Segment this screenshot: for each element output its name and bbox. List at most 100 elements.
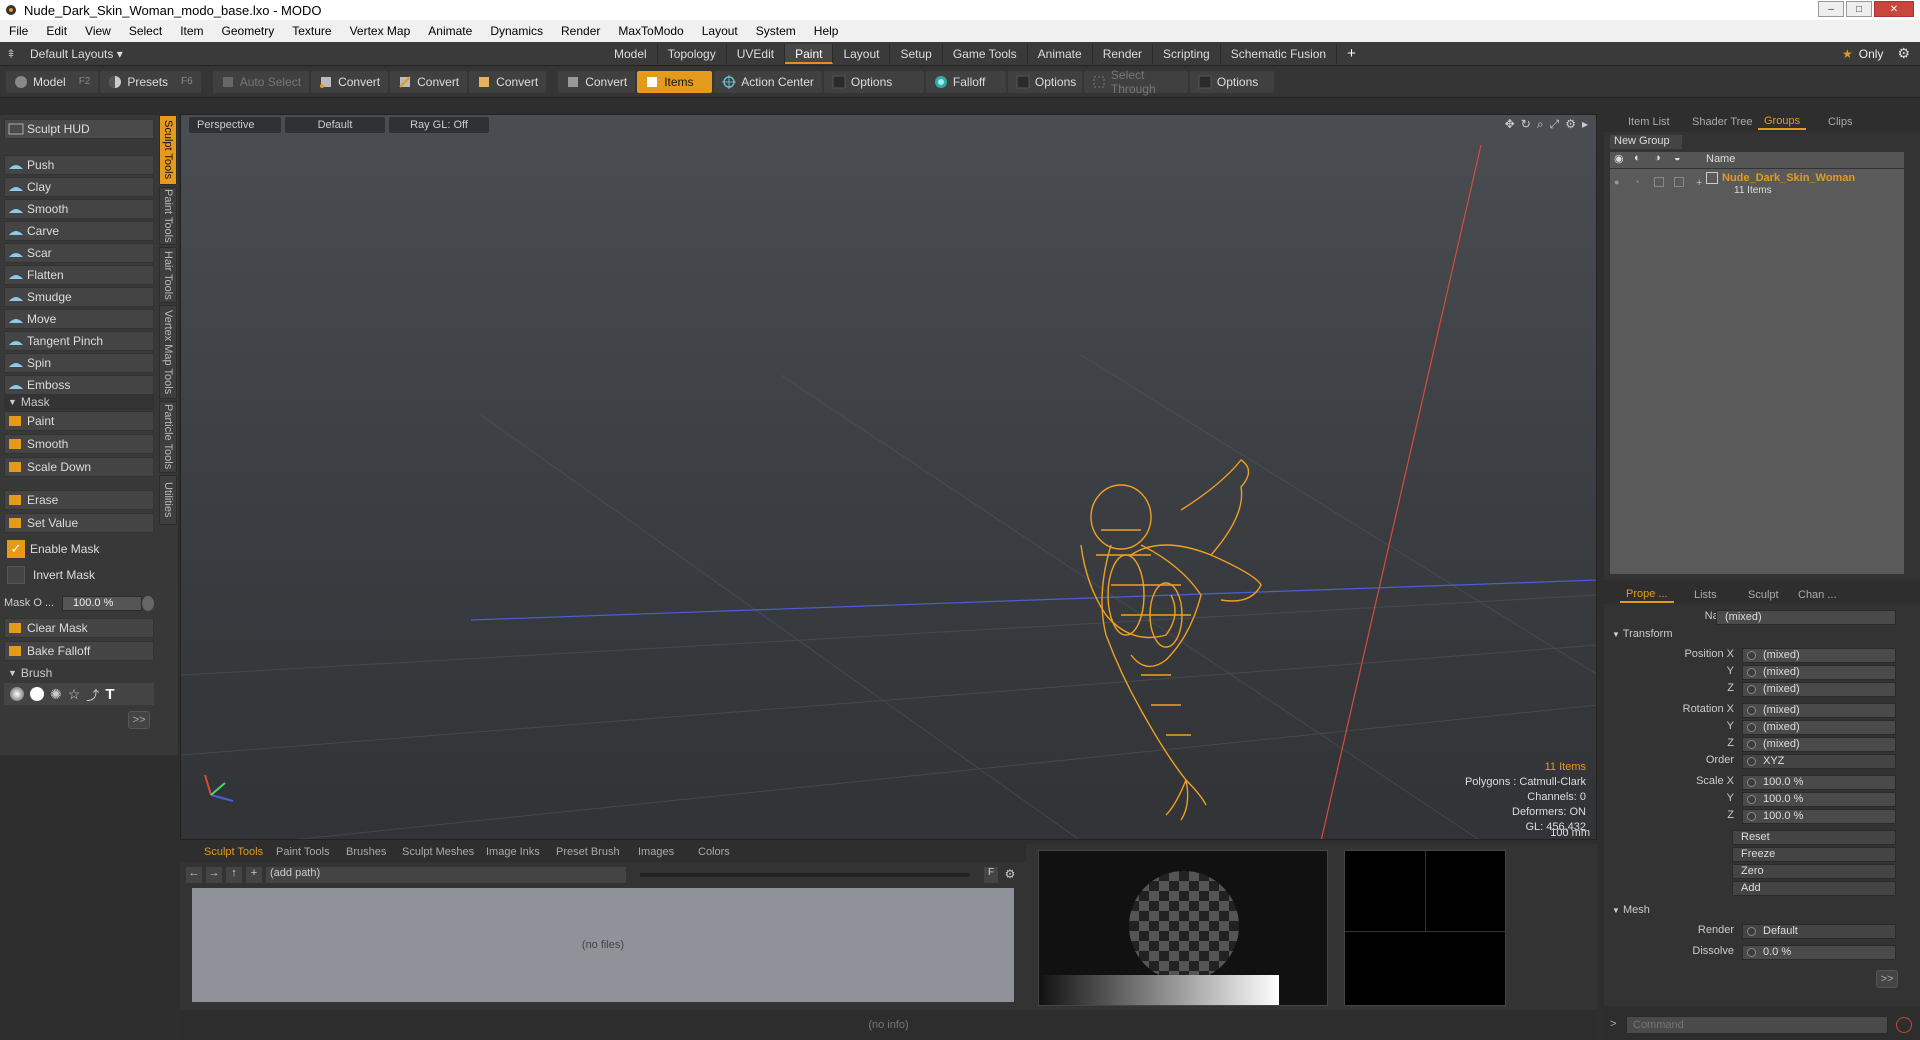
action-center-options-button[interactable]: Options bbox=[823, 70, 924, 93]
tab-paint[interactable]: Paint bbox=[785, 43, 834, 64]
select-options-button[interactable]: Options bbox=[1189, 70, 1274, 93]
menu-system[interactable]: System bbox=[747, 24, 805, 38]
position-x-field[interactable]: (mixed) bbox=[1742, 648, 1896, 663]
menu-layout[interactable]: Layout bbox=[693, 24, 747, 38]
lock-toggle-icon[interactable]: ◔ bbox=[1634, 177, 1639, 187]
tab-sculpt-tools-browser[interactable]: Sculpt Tools bbox=[204, 846, 263, 858]
menu-select[interactable]: Select bbox=[120, 24, 171, 38]
presets-button[interactable]: Presets F6 bbox=[100, 70, 201, 93]
f-button[interactable]: F bbox=[984, 867, 998, 883]
mask-scale-down-button[interactable]: Scale Down bbox=[4, 457, 154, 477]
tool-flatten-button[interactable]: Flatten bbox=[4, 265, 154, 285]
close-button[interactable]: ✕ bbox=[1874, 1, 1914, 17]
zero-dropdown[interactable]: Zero bbox=[1732, 864, 1896, 879]
hard-brush-icon[interactable] bbox=[30, 687, 44, 701]
scale-x-field[interactable]: 100.0 % bbox=[1742, 775, 1896, 790]
tab-item-list[interactable]: Item List bbox=[1622, 114, 1676, 130]
vtab-hair-tools[interactable]: Hair Tools bbox=[159, 247, 177, 303]
maximize-button[interactable]: □ bbox=[1846, 1, 1872, 17]
tab-sculpt[interactable]: Sculpt bbox=[1742, 587, 1785, 603]
brush-section-header[interactable]: ▼ Brush bbox=[4, 665, 154, 681]
model-button[interactable]: Model F2 bbox=[6, 70, 99, 93]
scale-z-field[interactable]: 100.0 % bbox=[1742, 809, 1896, 824]
menu-view[interactable]: View bbox=[76, 24, 120, 38]
gear-icon[interactable]: ⚙ bbox=[1897, 45, 1910, 62]
tool-push-button[interactable]: Push bbox=[4, 155, 154, 175]
forward-arrow-icon[interactable]: → bbox=[206, 867, 222, 883]
name-column-header[interactable]: Name bbox=[1706, 153, 1735, 165]
back-arrow-icon[interactable]: ← bbox=[186, 867, 202, 883]
tool-carve-button[interactable]: Carve bbox=[4, 221, 154, 241]
clear-mask-button[interactable]: Clear Mask bbox=[4, 618, 154, 638]
rotation-y-field[interactable]: (mixed) bbox=[1742, 720, 1896, 735]
soft-brush-icon[interactable] bbox=[10, 687, 24, 701]
reset-dropdown[interactable]: Reset bbox=[1732, 830, 1896, 845]
properties-more-button[interactable]: >> bbox=[1876, 970, 1898, 988]
visibility-eye-icon[interactable]: ● bbox=[1614, 177, 1619, 187]
color-swatch[interactable] bbox=[1344, 850, 1507, 1006]
vtab-particle-tools[interactable]: Particle Tools bbox=[159, 401, 177, 473]
tool-move-button[interactable]: Move bbox=[4, 309, 154, 329]
tab-schematic-fusion[interactable]: Schematic Fusion bbox=[1221, 43, 1338, 64]
tab-animate[interactable]: Animate bbox=[1028, 43, 1093, 64]
items-mode-button[interactable]: Items bbox=[637, 70, 713, 93]
sculpt-hud-button[interactable]: Sculpt HUD bbox=[4, 119, 154, 139]
mesh-header[interactable]: ▼ Mesh bbox=[1612, 904, 1912, 920]
mask-opacity-field[interactable]: 100.0 % bbox=[62, 596, 142, 611]
erase-button[interactable]: Erase bbox=[4, 490, 154, 510]
tab-render[interactable]: Render bbox=[1093, 43, 1154, 64]
tab-model[interactable]: Model bbox=[604, 43, 658, 64]
falloff-button[interactable]: Falloff bbox=[925, 70, 1006, 93]
tab-images[interactable]: Images bbox=[638, 846, 674, 858]
path-dropdown[interactable]: (add path) bbox=[266, 867, 626, 883]
tab-setup[interactable]: Setup bbox=[890, 43, 943, 64]
vtab-sculpt-tools[interactable]: Sculpt Tools bbox=[159, 115, 177, 185]
text-brush-icon[interactable]: T bbox=[105, 686, 114, 703]
name-field[interactable]: (mixed) bbox=[1716, 610, 1896, 625]
enable-mask-checkbox[interactable]: ✓ Enable Mask bbox=[4, 539, 154, 559]
minimize-button[interactable]: ‒ bbox=[1818, 1, 1844, 17]
convert-vertices-button[interactable]: Convert bbox=[311, 70, 389, 93]
render-dropdown[interactable]: Default bbox=[1742, 924, 1896, 939]
rotation-z-field[interactable]: (mixed) bbox=[1742, 737, 1896, 752]
convert-polygons-button[interactable]: Convert bbox=[469, 70, 547, 93]
tool-smudge-button[interactable]: Smudge bbox=[4, 287, 154, 307]
action-center-button[interactable]: Action Center bbox=[714, 70, 822, 93]
rotation-order-dropdown[interactable]: XYZ bbox=[1742, 754, 1896, 769]
tab-properties[interactable]: Prope ... bbox=[1620, 587, 1674, 603]
position-y-field[interactable]: (mixed) bbox=[1742, 665, 1896, 680]
tab-brushes[interactable]: Brushes bbox=[346, 846, 386, 858]
select-through-button[interactable]: Select Through bbox=[1083, 68, 1188, 96]
mask-paint-button[interactable]: Paint bbox=[4, 411, 154, 431]
menu-render[interactable]: Render bbox=[552, 24, 609, 38]
menu-animate[interactable]: Animate bbox=[419, 24, 481, 38]
vtab-paint-tools[interactable]: Paint Tools bbox=[159, 187, 177, 245]
add-tab-button[interactable]: + bbox=[1337, 45, 1366, 62]
tool-spin-button[interactable]: Spin bbox=[4, 353, 154, 373]
tab-layout[interactable]: Layout bbox=[833, 43, 891, 64]
bake-falloff-button[interactable]: Bake Falloff bbox=[4, 641, 154, 661]
tab-topology[interactable]: Topology bbox=[658, 43, 727, 64]
expand-icon[interactable]: + bbox=[1696, 177, 1702, 189]
tab-paint-tools-browser[interactable]: Paint Tools bbox=[276, 846, 330, 858]
menu-geometry[interactable]: Geometry bbox=[213, 24, 284, 38]
tab-uvedit[interactable]: UVEdit bbox=[727, 43, 786, 64]
checkbox-icon[interactable] bbox=[1654, 177, 1664, 187]
rotation-x-field[interactable]: (mixed) bbox=[1742, 703, 1896, 718]
freeze-dropdown[interactable]: Freeze bbox=[1732, 847, 1896, 862]
more-button[interactable]: >> bbox=[128, 711, 150, 729]
new-group-button[interactable]: New Group bbox=[1610, 135, 1682, 149]
curve-brush-icon[interactable]: ⤴ bbox=[86, 685, 99, 704]
checkbox-icon[interactable] bbox=[1674, 177, 1684, 187]
vtab-vertex-map-tools[interactable]: Vertex Map Tools bbox=[159, 305, 177, 399]
convert-items-button[interactable]: Convert bbox=[558, 70, 636, 93]
file-list-area[interactable]: (no files) bbox=[192, 888, 1014, 1002]
auto-select-button[interactable]: Auto Select bbox=[212, 70, 310, 93]
tab-scripting[interactable]: Scripting bbox=[1153, 43, 1221, 64]
vtab-utilities[interactable]: Utilities bbox=[159, 475, 177, 525]
tab-colors[interactable]: Colors bbox=[698, 846, 730, 858]
menu-texture[interactable]: Texture bbox=[283, 24, 340, 38]
group-row[interactable]: ● ◔ + Nude_Dark_Skin_Woman 11 Items bbox=[1610, 169, 1904, 199]
invert-mask-checkbox[interactable]: Invert Mask bbox=[4, 565, 154, 585]
star-brush-icon[interactable]: ☆ bbox=[68, 686, 81, 703]
